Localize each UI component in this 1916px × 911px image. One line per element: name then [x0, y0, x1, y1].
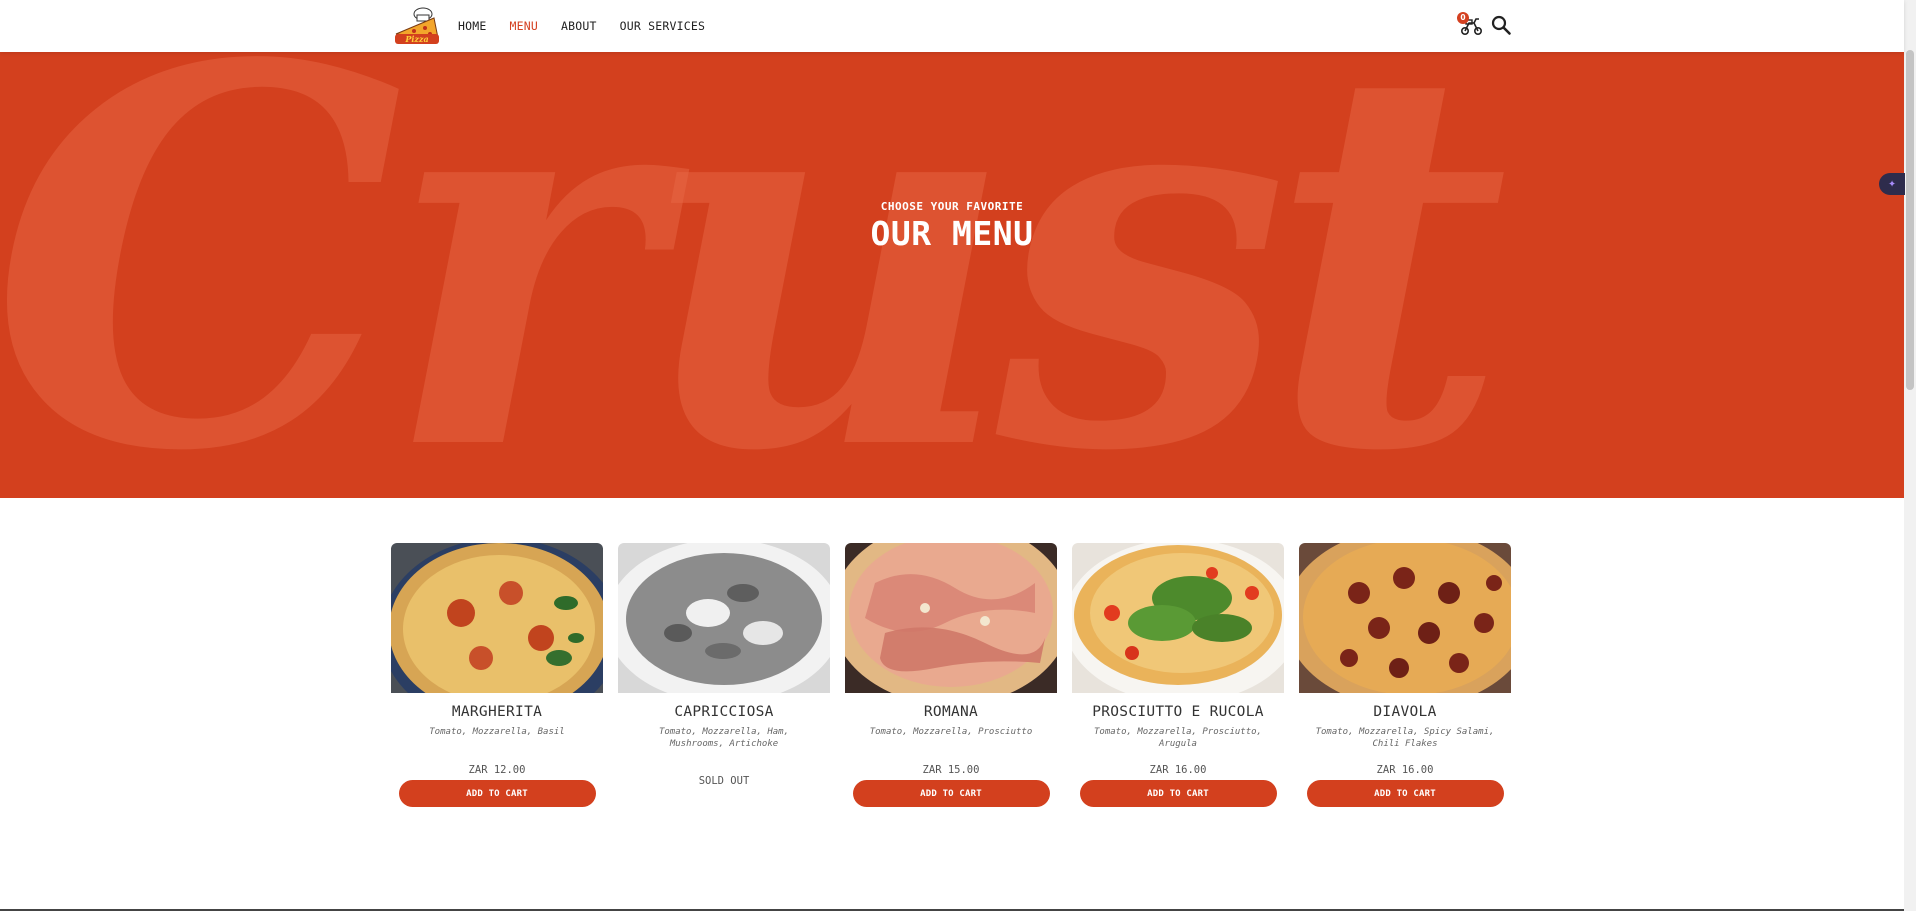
- pizza-chef-logo[interactable]: Pizza: [392, 4, 442, 48]
- item-name: CAPRICCIOSA: [674, 704, 774, 720]
- add-to-cart-button[interactable]: ADD TO CART: [1306, 780, 1504, 807]
- item-price: ZAR 16.00: [1149, 764, 1207, 776]
- sparkle-icon[interactable]: ✦: [1879, 173, 1905, 195]
- prosciutto-rucola-pizza-photo[interactable]: [1072, 543, 1284, 693]
- sold-out-label: SOLD OUT: [698, 775, 750, 787]
- search-icon[interactable]: [1490, 14, 1512, 36]
- item-name: DIAVOLA: [1373, 704, 1437, 720]
- nav-about[interactable]: ABOUT: [561, 19, 597, 33]
- main-nav: HOME MENU ABOUT OUR SERVICES: [458, 0, 705, 52]
- nav-our-services[interactable]: OUR SERVICES: [620, 19, 705, 33]
- romana-pizza-photo[interactable]: [845, 543, 1057, 693]
- menu-hero-banner: Crust CHOOSE YOUR FAVORITE OUR MENU: [0, 52, 1904, 498]
- item-price: ZAR 16.00: [1376, 764, 1434, 776]
- cart-count-badge: 0: [1457, 12, 1469, 24]
- menu-card-diavola: DIAVOLA Tomato, Mozzarella, Spicy Salami…: [1299, 543, 1511, 807]
- menu-card-romana: ROMANA Tomato, Mozzarella, Prosciutto ZA…: [845, 543, 1057, 807]
- diavola-pizza-photo[interactable]: [1299, 543, 1511, 693]
- item-ingredients: Tomato, Mozzarella, Spicy Salami, Chili …: [1315, 727, 1495, 749]
- add-to-cart-button[interactable]: ADD TO CART: [852, 780, 1050, 807]
- menu-card-capricciosa: CAPRICCIOSA Tomato, Mozzarella, Ham, Mus…: [618, 543, 830, 807]
- hero-subtitle: CHOOSE YOUR FAVORITE: [880, 200, 1024, 213]
- hero-title: OUR MENU: [870, 214, 1034, 253]
- capricciosa-pizza-photo-grayscale[interactable]: [618, 543, 830, 693]
- item-ingredients: Tomato, Mozzarella, Prosciutto: [869, 727, 1033, 737]
- add-to-cart-button[interactable]: ADD TO CART: [398, 780, 596, 807]
- site-header: Pizza HOME MENU ABOUT OUR SERVICES 0: [0, 0, 1904, 52]
- margherita-pizza-photo[interactable]: [391, 543, 603, 693]
- menu-card-prosciutto-e-rucola: PROSCIUTTO E RUCOLA Tomato, Mozzarella, …: [1072, 543, 1284, 807]
- item-ingredients: Tomato, Mozzarella, Ham, Mushrooms, Arti…: [658, 727, 790, 749]
- item-ingredients: Tomato, Mozzarella, Prosciutto, Arugula: [1094, 727, 1262, 749]
- item-price: ZAR 12.00: [468, 764, 526, 776]
- nav-menu[interactable]: MENU: [510, 19, 539, 33]
- item-name: ROMANA: [923, 704, 979, 720]
- svg-text:Crust: Crust: [0, 52, 1504, 498]
- item-name: PROSCIUTTO E RUCOLA: [1092, 704, 1264, 720]
- svg-text:Pizza: Pizza: [404, 34, 428, 44]
- add-to-cart-button[interactable]: ADD TO CART: [1079, 780, 1277, 807]
- item-name: MARGHERITA: [451, 704, 543, 720]
- item-ingredients: Tomato, Mozzarella, Basil: [429, 727, 565, 737]
- item-price: ZAR 15.00: [922, 764, 980, 776]
- menu-grid: MARGHERITA Tomato, Mozzarella, Basil ZAR…: [391, 543, 1511, 807]
- scrollbar-thumb[interactable]: [1906, 50, 1914, 390]
- menu-card-margherita: MARGHERITA Tomato, Mozzarella, Basil ZAR…: [391, 543, 603, 807]
- nav-home[interactable]: HOME: [458, 19, 487, 33]
- crust-script-watermark: Crust: [0, 52, 1524, 498]
